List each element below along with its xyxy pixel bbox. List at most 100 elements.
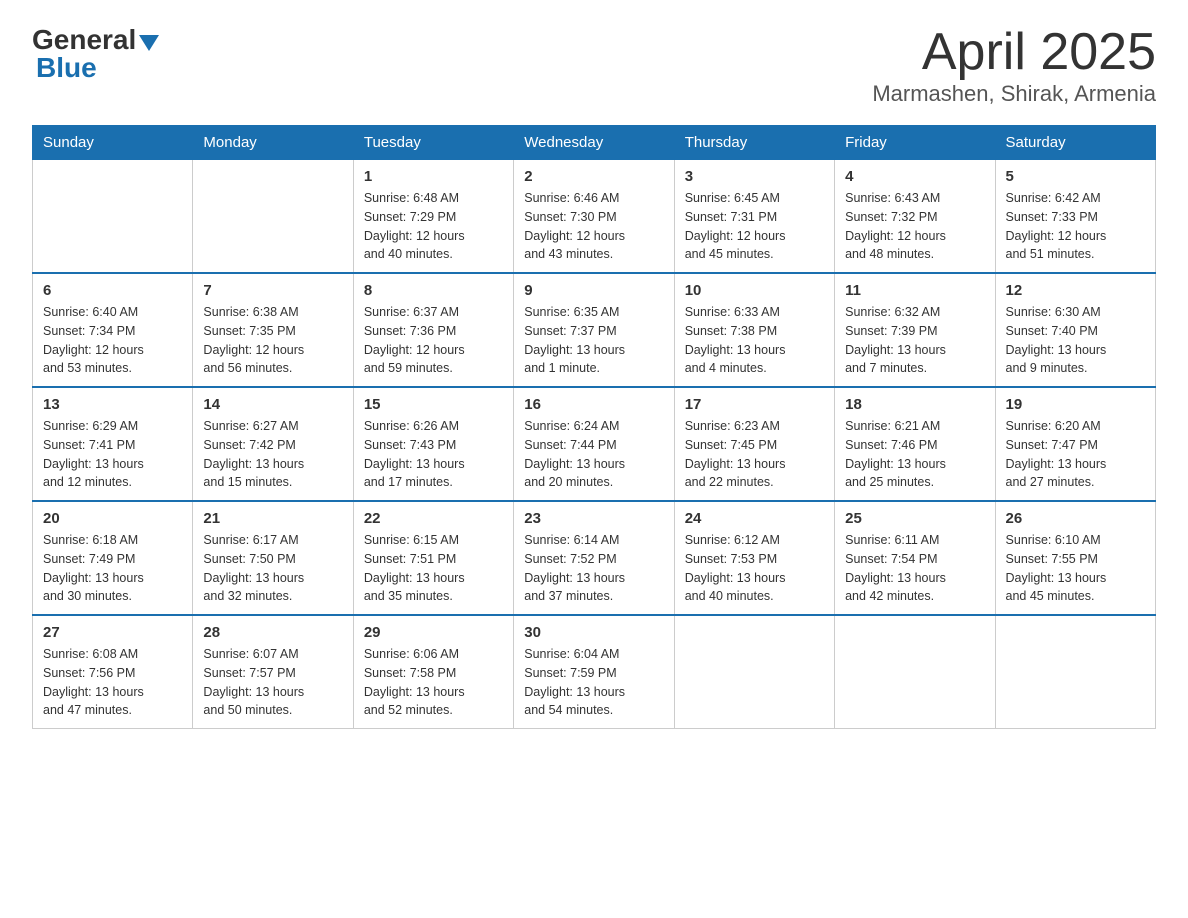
day-info: Sunrise: 6:42 AMSunset: 7:33 PMDaylight:… [1006,189,1145,264]
day-number: 5 [1006,168,1145,185]
day-info: Sunrise: 6:37 AMSunset: 7:36 PMDaylight:… [364,303,503,378]
calendar-cell [193,160,353,274]
day-info: Sunrise: 6:40 AMSunset: 7:34 PMDaylight:… [43,303,182,378]
day-number: 16 [524,396,663,413]
calendar-cell: 21 Sunrise: 6:17 AMSunset: 7:50 PMDayligh… [193,501,353,615]
day-info: Sunrise: 6:07 AMSunset: 7:57 PMDaylight:… [203,645,342,720]
day-number: 12 [1006,282,1145,299]
calendar-cell: 12 Sunrise: 6:30 AMSunset: 7:40 PMDayligh… [995,273,1155,387]
calendar-week-3: 13 Sunrise: 6:29 AMSunset: 7:41 PMDayligh… [33,387,1156,501]
calendar-cell [835,615,995,729]
col-header-wednesday: Wednesday [514,126,674,160]
calendar-cell: 27 Sunrise: 6:08 AMSunset: 7:56 PMDayligh… [33,615,193,729]
page-header: General Blue April 2025 Marmashen, Shira… [32,24,1156,107]
day-number: 7 [203,282,342,299]
calendar-cell: 9 Sunrise: 6:35 AMSunset: 7:37 PMDaylight… [514,273,674,387]
day-info: Sunrise: 6:08 AMSunset: 7:56 PMDaylight:… [43,645,182,720]
day-info: Sunrise: 6:12 AMSunset: 7:53 PMDaylight:… [685,531,824,606]
calendar-week-2: 6 Sunrise: 6:40 AMSunset: 7:34 PMDaylight… [33,273,1156,387]
calendar-cell: 17Sunrise: 6:23 AMSunset: 7:45 PMDayligh… [674,387,834,501]
calendar-cell: 26 Sunrise: 6:10 AMSunset: 7:55 PMDayligh… [995,501,1155,615]
calendar-week-4: 20 Sunrise: 6:18 AMSunset: 7:49 PMDayligh… [33,501,1156,615]
day-info: Sunrise: 6:38 AMSunset: 7:35 PMDaylight:… [203,303,342,378]
calendar-cell: 11 Sunrise: 6:32 AMSunset: 7:39 PMDayligh… [835,273,995,387]
day-number: 15 [364,396,503,413]
calendar-cell: 28 Sunrise: 6:07 AMSunset: 7:57 PMDayligh… [193,615,353,729]
day-info: Sunrise: 6:45 AMSunset: 7:31 PMDaylight:… [685,189,824,264]
page-subtitle: Marmashen, Shirak, Armenia [872,81,1156,107]
calendar-cell [995,615,1155,729]
day-number: 2 [524,168,663,185]
calendar-cell: 29 Sunrise: 6:06 AMSunset: 7:58 PMDayligh… [353,615,513,729]
col-header-tuesday: Tuesday [353,126,513,160]
day-number: 30 [524,624,663,641]
calendar-cell: 3 Sunrise: 6:45 AMSunset: 7:31 PMDaylight… [674,160,834,274]
day-info: Sunrise: 6:35 AMSunset: 7:37 PMDaylight:… [524,303,663,378]
day-number: 28 [203,624,342,641]
calendar-cell: 25Sunrise: 6:11 AMSunset: 7:54 PMDayligh… [835,501,995,615]
title-block: April 2025 Marmashen, Shirak, Armenia [872,24,1156,107]
page-title: April 2025 [872,24,1156,81]
logo: General Blue [32,24,159,84]
calendar-cell: 30 Sunrise: 6:04 AMSunset: 7:59 PMDayligh… [514,615,674,729]
calendar-cell: 10Sunrise: 6:33 AMSunset: 7:38 PMDayligh… [674,273,834,387]
calendar-cell: 1Sunrise: 6:48 AMSunset: 7:29 PMDaylight… [353,160,513,274]
day-info: Sunrise: 6:04 AMSunset: 7:59 PMDaylight:… [524,645,663,720]
col-header-saturday: Saturday [995,126,1155,160]
day-info: Sunrise: 6:20 AMSunset: 7:47 PMDaylight:… [1006,417,1145,492]
day-number: 22 [364,510,503,527]
day-info: Sunrise: 6:15 AMSunset: 7:51 PMDaylight:… [364,531,503,606]
day-number: 11 [845,282,984,299]
col-header-friday: Friday [835,126,995,160]
calendar-cell: 16Sunrise: 6:24 AMSunset: 7:44 PMDayligh… [514,387,674,501]
col-header-monday: Monday [193,126,353,160]
calendar-header: SundayMondayTuesdayWednesdayThursdayFrid… [33,126,1156,160]
calendar-cell: 7 Sunrise: 6:38 AMSunset: 7:35 PMDaylight… [193,273,353,387]
day-number: 19 [1006,396,1145,413]
calendar-table: SundayMondayTuesdayWednesdayThursdayFrid… [32,125,1156,729]
calendar-cell: 5 Sunrise: 6:42 AMSunset: 7:33 PMDaylight… [995,160,1155,274]
day-number: 14 [203,396,342,413]
day-info: Sunrise: 6:27 AMSunset: 7:42 PMDaylight:… [203,417,342,492]
day-info: Sunrise: 6:21 AMSunset: 7:46 PMDaylight:… [845,417,984,492]
day-number: 21 [203,510,342,527]
day-number: 4 [845,168,984,185]
calendar-cell: 8Sunrise: 6:37 AMSunset: 7:36 PMDaylight… [353,273,513,387]
day-info: Sunrise: 6:10 AMSunset: 7:55 PMDaylight:… [1006,531,1145,606]
calendar-cell: 18Sunrise: 6:21 AMSunset: 7:46 PMDayligh… [835,387,995,501]
calendar-cell: 4 Sunrise: 6:43 AMSunset: 7:32 PMDaylight… [835,160,995,274]
calendar-week-1: 1Sunrise: 6:48 AMSunset: 7:29 PMDaylight… [33,160,1156,274]
day-number: 3 [685,168,824,185]
day-info: Sunrise: 6:48 AMSunset: 7:29 PMDaylight:… [364,189,503,264]
calendar-cell [33,160,193,274]
day-number: 27 [43,624,182,641]
day-info: Sunrise: 6:30 AMSunset: 7:40 PMDaylight:… [1006,303,1145,378]
logo-blue-text: Blue [36,52,97,84]
day-info: Sunrise: 6:29 AMSunset: 7:41 PMDaylight:… [43,417,182,492]
day-number: 29 [364,624,503,641]
day-info: Sunrise: 6:43 AMSunset: 7:32 PMDaylight:… [845,189,984,264]
day-info: Sunrise: 6:17 AMSunset: 7:50 PMDaylight:… [203,531,342,606]
day-number: 25 [845,510,984,527]
calendar-cell [674,615,834,729]
calendar-cell: 2Sunrise: 6:46 AMSunset: 7:30 PMDaylight… [514,160,674,274]
day-number: 9 [524,282,663,299]
calendar-week-5: 27 Sunrise: 6:08 AMSunset: 7:56 PMDayligh… [33,615,1156,729]
calendar-cell: 22 Sunrise: 6:15 AMSunset: 7:51 PMDayligh… [353,501,513,615]
logo-triangle-icon [139,35,159,51]
day-info: Sunrise: 6:32 AMSunset: 7:39 PMDaylight:… [845,303,984,378]
day-info: Sunrise: 6:14 AMSunset: 7:52 PMDaylight:… [524,531,663,606]
calendar-cell: 6 Sunrise: 6:40 AMSunset: 7:34 PMDaylight… [33,273,193,387]
col-header-sunday: Sunday [33,126,193,160]
calendar-cell: 13 Sunrise: 6:29 AMSunset: 7:41 PMDayligh… [33,387,193,501]
day-number: 10 [685,282,824,299]
day-info: Sunrise: 6:06 AMSunset: 7:58 PMDaylight:… [364,645,503,720]
day-number: 20 [43,510,182,527]
day-number: 26 [1006,510,1145,527]
day-number: 13 [43,396,182,413]
day-number: 23 [524,510,663,527]
day-number: 24 [685,510,824,527]
day-info: Sunrise: 6:18 AMSunset: 7:49 PMDaylight:… [43,531,182,606]
day-number: 6 [43,282,182,299]
day-number: 17 [685,396,824,413]
